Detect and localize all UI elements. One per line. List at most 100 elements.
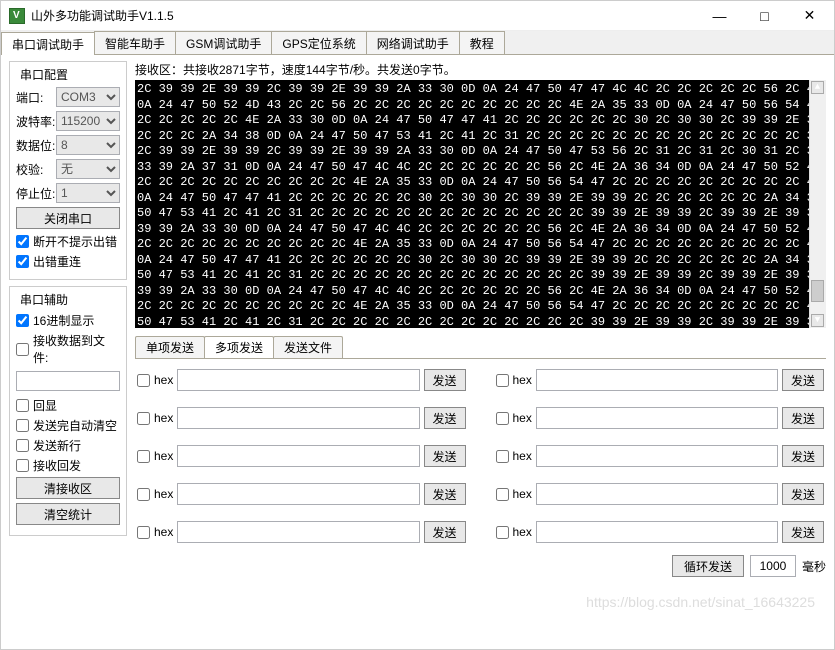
send-row-0: hex发送hex发送 — [137, 369, 824, 391]
send-group-3-1: hex 发送 — [496, 483, 825, 505]
cfg-label-parity: 校验: — [16, 161, 56, 178]
loop-send-button[interactable]: 循环发送 — [672, 555, 744, 577]
clear-stats-button[interactable]: 清空统计 — [16, 503, 120, 525]
scroll-thumb[interactable] — [811, 280, 824, 302]
hex-receive-view[interactable]: 2C 39 39 2E 39 39 2C 39 39 2E 39 39 2A 3… — [135, 80, 826, 328]
scroll-down-arrow[interactable]: ▼ — [811, 314, 824, 327]
main-tab-0[interactable]: 串口调试助手 — [1, 32, 95, 55]
main-tab-1[interactable]: 智能车助手 — [94, 31, 176, 54]
scroll-up-arrow[interactable]: ▲ — [811, 81, 824, 94]
sidebar: 串口配置 端口:COM3波特率:115200数据位:8校验:无停止位:1 关闭串… — [1, 55, 135, 649]
send-input-1-1[interactable] — [536, 407, 778, 429]
send-group-3-0: hex发送 — [137, 483, 466, 505]
maximize-button[interactable]: □ — [742, 1, 787, 31]
chk-hex-display[interactable]: 16进制显示 — [16, 312, 120, 329]
cfg-select-databits[interactable]: 8 — [56, 135, 120, 155]
cfg-label-stopbits: 停止位: — [16, 185, 56, 202]
cfg-row-parity: 校验:无 — [16, 159, 120, 179]
main-tab-3[interactable]: GPS定位系统 — [271, 31, 366, 54]
serial-assist-fieldset: 串口辅助 16进制显示 接收数据到文件: 回显 发送完自动清空 发送新行 接收回… — [9, 286, 127, 536]
send-tab-0[interactable]: 单项发送 — [135, 336, 205, 358]
hex-label: hex — [513, 449, 532, 463]
send-button-0-0[interactable]: 发送 — [424, 369, 466, 391]
clear-rx-button[interactable]: 清接收区 — [16, 477, 120, 499]
hex-label: hex — [513, 487, 532, 501]
cfg-select-baud[interactable]: 115200 — [56, 111, 120, 131]
send-input-4-1[interactable] — [536, 521, 778, 543]
cfg-row-databits: 数据位:8 — [16, 135, 120, 155]
send-hex-chk-3-1[interactable] — [496, 488, 509, 501]
close-port-button[interactable]: 关闭串口 — [16, 207, 120, 229]
cfg-select-port[interactable]: COM3 — [56, 87, 120, 107]
chk-send-newline[interactable]: 发送新行 — [16, 437, 120, 454]
main-tabstrip: 串口调试助手智能车助手GSM调试助手GPS定位系统网络调试助手教程 — [1, 31, 834, 55]
window-title: 山外多功能调试助手V1.1.5 — [31, 7, 697, 24]
loop-interval-input[interactable] — [750, 555, 796, 577]
send-hex-chk-0-0[interactable] — [137, 374, 150, 387]
send-row-4: hex发送hex发送 — [137, 521, 824, 543]
chk-reconnect-on-error[interactable]: 出错重连 — [16, 253, 120, 270]
cfg-label-databits: 数据位: — [16, 137, 56, 154]
send-input-2-1[interactable] — [536, 445, 778, 467]
send-button-2-0[interactable]: 发送 — [424, 445, 466, 467]
send-group-0-1: hex 发送 — [496, 369, 825, 391]
send-tab-1[interactable]: 多项发送 — [204, 336, 274, 358]
send-button-2-1[interactable]: 发送 — [782, 445, 824, 467]
watermark: https://blog.csdn.net/sinat_16643225 — [586, 594, 815, 610]
main-tab-4[interactable]: 网络调试助手 — [366, 31, 460, 54]
send-button-0-1[interactable]: 发送 — [782, 369, 824, 391]
chk-save-to-file[interactable]: 接收数据到文件: — [16, 332, 120, 366]
send-button-3-0[interactable]: 发送 — [424, 483, 466, 505]
minimize-button[interactable]: — — [697, 1, 742, 31]
send-group-1-0: hex发送 — [137, 407, 466, 429]
send-hex-chk-4-1[interactable] — [496, 526, 509, 539]
chk-rx-echo-back[interactable]: 接收回发 — [16, 457, 120, 474]
send-input-0-1[interactable] — [536, 369, 778, 391]
save-file-path-input[interactable] — [16, 371, 120, 391]
multi-send-panel: hex发送hex发送hex发送hex发送hex发送hex发送hex发送hex发送… — [135, 358, 826, 543]
serial-assist-legend: 串口辅助 — [18, 291, 70, 308]
cfg-row-port: 端口:COM3 — [16, 87, 120, 107]
scrollbar[interactable]: ▲ ▼ — [809, 80, 826, 328]
send-hex-chk-2-1[interactable] — [496, 450, 509, 463]
send-button-3-1[interactable]: 发送 — [782, 483, 824, 505]
cfg-select-parity[interactable]: 无 — [56, 159, 120, 179]
send-row-2: hex 发送 hex 发送 — [137, 445, 824, 467]
cfg-row-baud: 波特率:115200 — [16, 111, 120, 131]
close-button[interactable]: ✕ — [787, 1, 832, 31]
main-panel: 接收区：共接收2871字节，速度144字节/秒。共发送0字节。 2C 39 39… — [135, 55, 834, 649]
main-tab-5[interactable]: 教程 — [459, 31, 505, 54]
send-input-1-0[interactable] — [177, 407, 419, 429]
send-input-4-0[interactable] — [177, 521, 419, 543]
send-group-0-0: hex发送 — [137, 369, 466, 391]
hex-label: hex — [154, 449, 173, 463]
send-input-2-0[interactable] — [177, 445, 419, 467]
send-group-4-0: hex发送 — [137, 521, 466, 543]
send-hex-chk-4-0[interactable] — [137, 526, 150, 539]
cfg-label-baud: 波特率: — [16, 113, 56, 130]
send-button-1-1[interactable]: 发送 — [782, 407, 824, 429]
cfg-label-port: 端口: — [16, 89, 56, 106]
send-hex-chk-1-0[interactable] — [137, 412, 150, 425]
send-hex-chk-0-1[interactable] — [496, 374, 509, 387]
send-input-3-1[interactable] — [536, 483, 778, 505]
hex-label: hex — [513, 373, 532, 387]
send-hex-chk-3-0[interactable] — [137, 488, 150, 501]
hex-label: hex — [513, 525, 532, 539]
send-tab-2[interactable]: 发送文件 — [273, 336, 343, 358]
chk-auto-clear-on-send[interactable]: 发送完自动清空 — [16, 417, 120, 434]
send-row-3: hex发送hex发送 — [137, 483, 824, 505]
send-group-2-1: hex 发送 — [496, 445, 825, 467]
send-button-4-0[interactable]: 发送 — [424, 521, 466, 543]
send-input-0-0[interactable] — [177, 369, 419, 391]
chk-echo[interactable]: 回显 — [16, 397, 120, 414]
cfg-select-stopbits[interactable]: 1 — [56, 183, 120, 203]
send-hex-chk-2-0[interactable] — [137, 450, 150, 463]
app-icon — [9, 8, 25, 24]
send-input-3-0[interactable] — [177, 483, 419, 505]
chk-no-err-dialog[interactable]: 断开不提示出错 — [16, 233, 120, 250]
main-tab-2[interactable]: GSM调试助手 — [175, 31, 272, 54]
send-button-1-0[interactable]: 发送 — [424, 407, 466, 429]
send-button-4-1[interactable]: 发送 — [782, 521, 824, 543]
send-hex-chk-1-1[interactable] — [496, 412, 509, 425]
